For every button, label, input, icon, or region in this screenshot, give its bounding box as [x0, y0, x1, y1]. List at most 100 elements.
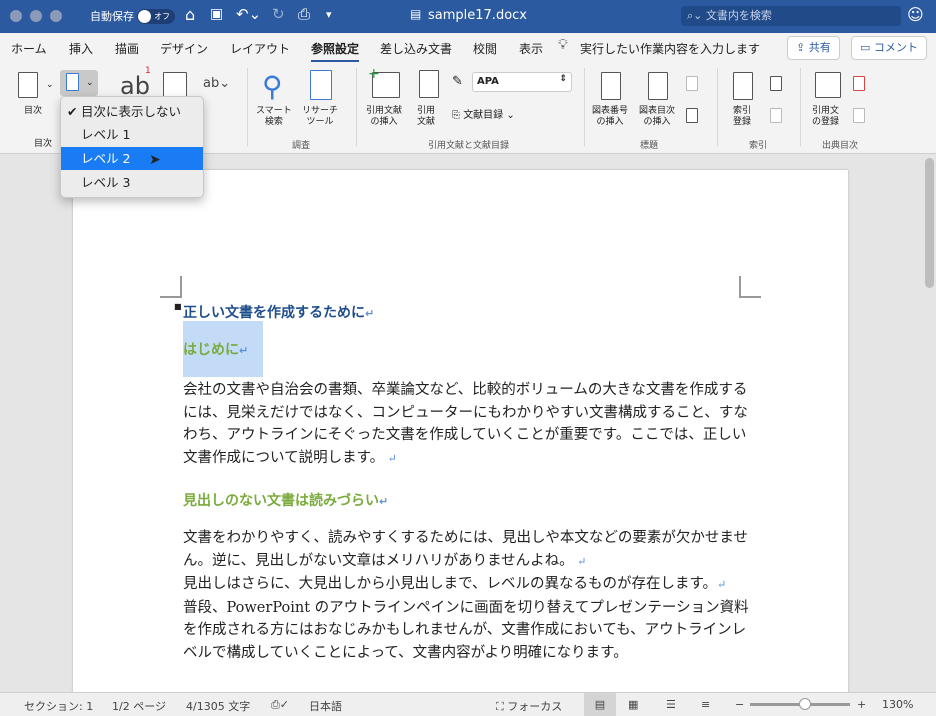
- mark-citation-icon[interactable]: [815, 72, 841, 98]
- insert-caption-icon[interactable]: [601, 72, 621, 100]
- menu-item-level-3[interactable]: レベル 3: [61, 171, 203, 194]
- comments-label: コメント: [873, 41, 918, 54]
- customize-toolbar-icon[interactable]: ▾: [326, 8, 332, 21]
- heading-2[interactable]: 見出しのない文書は読みづらい↵: [183, 490, 388, 510]
- page-indicator[interactable]: 1/2 ページ: [112, 698, 166, 714]
- tab-insert[interactable]: 挿入: [69, 40, 93, 57]
- outline-view-icon[interactable]: ☰: [666, 698, 676, 711]
- ribbon-tabs: ホーム 挿入 描画 デザイン レイアウト 参照設定 差し込み文書 校閲 表示 💡…: [0, 33, 936, 63]
- share-label: 共有: [808, 41, 831, 54]
- print-icon[interactable]: ⎙: [298, 5, 310, 23]
- document-title[interactable]: sample17.docx: [428, 8, 527, 23]
- crop-mark: [739, 276, 761, 298]
- tab-review[interactable]: 校閲: [473, 40, 497, 57]
- paragraph[interactable]: 会社の文書や自治会の書類、卒業論文など、比較的ボリュームの大きな文書を作成するに…: [183, 379, 753, 470]
- section-indicator[interactable]: セクション: 1: [24, 698, 93, 714]
- minimize-window-button[interactable]: [30, 10, 42, 22]
- tab-design[interactable]: デザイン: [160, 40, 208, 57]
- style-icon: ✎: [452, 74, 463, 89]
- smart-lookup-icon[interactable]: ⚲: [262, 70, 283, 103]
- menu-item-level-1[interactable]: レベル 1: [61, 123, 203, 146]
- toc-icon[interactable]: [18, 72, 38, 98]
- insert-caption-button[interactable]: 図表番号 の挿入: [592, 106, 628, 128]
- toc-dropdown-chevron[interactable]: ⌄: [46, 80, 54, 91]
- heading-2-selected[interactable]: はじめに↵: [183, 321, 263, 377]
- researcher-button[interactable]: リサーチ ツール: [302, 106, 338, 128]
- vertical-scrollbar[interactable]: [925, 158, 934, 288]
- autosave-toggle[interactable]: オフ: [137, 9, 175, 24]
- home-icon[interactable]: ⌂: [185, 5, 195, 24]
- cross-reference-icon[interactable]: [686, 108, 698, 123]
- bibliography-label: 文献目録: [463, 110, 504, 121]
- update-index-icon[interactable]: [770, 108, 782, 123]
- update-table-icon[interactable]: [686, 76, 698, 91]
- search-placeholder: 文書内を検索: [705, 9, 772, 22]
- next-footnote-icon[interactable]: ab⌄: [203, 76, 230, 91]
- title-bar: 自動保存 オフ ⌂ ▣ ↶⌄ ↻ ⎙ ▾ ▤ sample17.docx ⌕⌄ …: [0, 0, 936, 33]
- redo-icon[interactable]: ↻: [272, 5, 285, 23]
- close-window-button[interactable]: [10, 10, 22, 22]
- paragraph[interactable]: 文書をわかりやすく、読みやすくするためには、見出しや本文などの要素が欠かせません…: [183, 527, 753, 664]
- print-layout-view-icon[interactable]: ▤: [584, 693, 616, 716]
- tab-mailings[interactable]: 差し込み文書: [380, 40, 452, 57]
- document-page[interactable]: ■ 正しい文書を作成するために↵ はじめに↵ 会社の文書や自治会の書類、卒業論文な…: [73, 170, 848, 710]
- zoom-in-button[interactable]: +: [857, 698, 866, 711]
- web-layout-view-icon[interactable]: ▦: [628, 698, 638, 711]
- insert-table-of-figures-button[interactable]: 図表目次 の挿入: [639, 106, 675, 128]
- menu-item-level-2[interactable]: レベル 2 ➤: [61, 147, 203, 170]
- authorities-group-label: 出典目次: [822, 141, 859, 151]
- citation-button[interactable]: 引用 文献: [417, 106, 435, 128]
- smart-lookup-button[interactable]: スマート 検索: [256, 106, 292, 128]
- mark-entry-button[interactable]: 索引 登録: [733, 106, 751, 128]
- smiley-feedback-icon[interactable]: ☺: [907, 5, 924, 24]
- search-document-input[interactable]: ⌕⌄ 文書内を検索: [681, 6, 901, 26]
- mark-entry-icon[interactable]: [733, 72, 753, 100]
- update-table-of-authorities-icon[interactable]: [853, 108, 865, 123]
- lightbulb-icon: 💡︎: [558, 37, 568, 53]
- menu-item-do-not-show[interactable]: ✔ 目次に表示しない: [61, 100, 203, 123]
- citation-style-value: APA: [477, 76, 499, 87]
- bibliography-button[interactable]: ⎘ 文献目録 ⌄: [452, 106, 515, 121]
- zoom-slider[interactable]: [750, 698, 850, 710]
- autosave-label: 自動保存: [90, 10, 134, 23]
- tab-home[interactable]: ホーム: [11, 40, 47, 57]
- zoom-slider-thumb[interactable]: [799, 698, 811, 710]
- proofing-icon[interactable]: ⎙✓: [271, 698, 289, 712]
- zoom-window-button[interactable]: [50, 10, 62, 22]
- zoom-out-button[interactable]: −: [735, 698, 744, 711]
- research-group-label: 調査: [292, 141, 311, 151]
- insert-index-icon[interactable]: [770, 76, 782, 91]
- focus-button[interactable]: ⛶ フォーカス: [496, 698, 562, 714]
- add-text-dropdown-menu: ✔ 目次に表示しない レベル 1 レベル 2 ➤ レベル 3: [60, 96, 204, 198]
- insert-citation-button[interactable]: 引用文献 の挿入: [366, 106, 402, 128]
- save-icon[interactable]: ▣: [210, 6, 223, 22]
- tab-view[interactable]: 表示: [519, 40, 543, 57]
- word-doc-icon: ▤: [410, 7, 422, 21]
- mark-citation-button[interactable]: 引用文 の登録: [812, 106, 839, 128]
- share-button[interactable]: ⇪ 共有: [787, 36, 840, 60]
- tab-references[interactable]: 参照設定: [311, 40, 360, 63]
- heading-1[interactable]: ■ 正しい文書を作成するために↵: [174, 302, 374, 322]
- insert-table-of-figures-icon[interactable]: [648, 72, 668, 100]
- researcher-icon[interactable]: [310, 70, 332, 100]
- undo-icon[interactable]: ↶⌄: [236, 5, 261, 23]
- captions-group-label: 標題: [640, 141, 659, 151]
- document-area: ■ 正しい文書を作成するために↵ はじめに↵ 会社の文書や自治会の書類、卒業論文な…: [0, 154, 936, 710]
- insert-table-of-authorities-icon[interactable]: [853, 76, 865, 91]
- status-bar: セクション: 1 1/2 ページ 4/1305 文字 ⎙✓ 日本語 ⛶ フォーカ…: [0, 692, 936, 716]
- comments-button[interactable]: ▭ コメント: [851, 36, 927, 60]
- citation-style-select[interactable]: APA ⇕: [472, 72, 572, 92]
- checkmark-icon: ✔: [67, 104, 78, 119]
- zoom-level[interactable]: 130%: [882, 698, 913, 711]
- toc-label[interactable]: 目次: [24, 106, 42, 117]
- draft-view-icon[interactable]: ≡: [701, 698, 710, 711]
- tell-me-input[interactable]: 実行したい作業内容を入力します: [580, 40, 760, 57]
- language-indicator[interactable]: 日本語: [309, 698, 342, 714]
- add-text-icon: [66, 73, 79, 91]
- citation-icon[interactable]: [419, 70, 439, 98]
- tab-draw[interactable]: 描画: [115, 40, 139, 57]
- add-text-button[interactable]: ⌄: [60, 70, 98, 96]
- tab-layout[interactable]: レイアウト: [230, 40, 290, 57]
- index-group-label: 索引: [749, 141, 768, 151]
- word-count[interactable]: 4/1305 文字: [186, 698, 250, 714]
